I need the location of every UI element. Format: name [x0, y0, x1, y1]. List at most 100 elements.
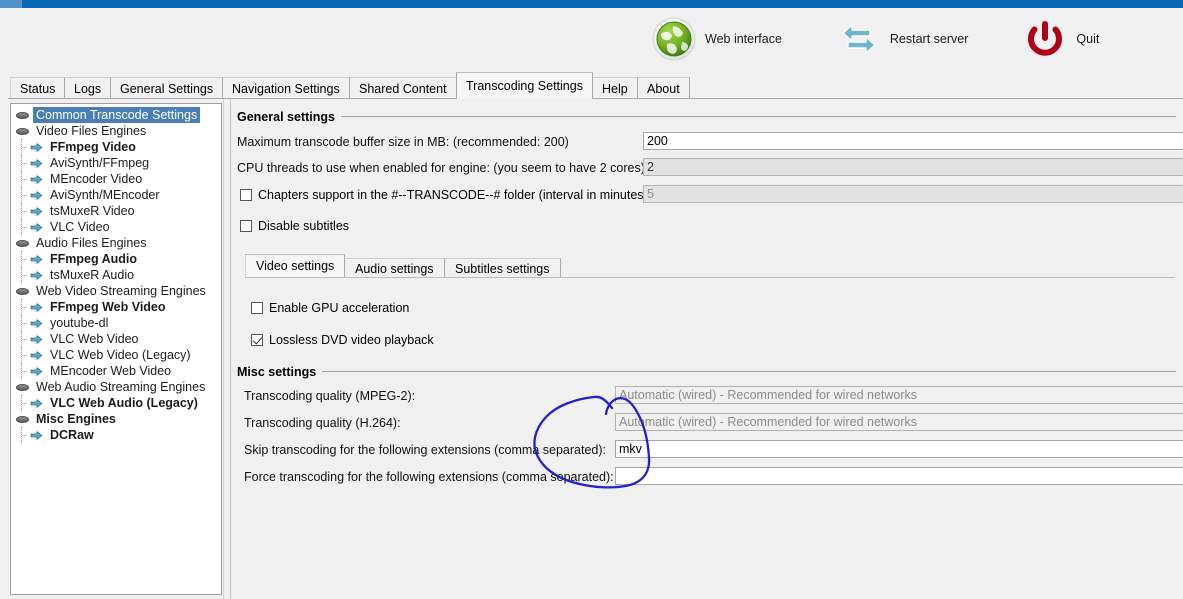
- disable-subtitles-checkbox[interactable]: [240, 220, 252, 232]
- tree-arrow-icon: [29, 301, 45, 314]
- tab-status[interactable]: Status: [10, 77, 66, 99]
- tree-item-vlc-web-video-legacy-[interactable]: VLC Web Video (Legacy): [11, 347, 221, 363]
- tab-label: Status: [20, 82, 56, 96]
- subtab-subtitles-settings[interactable]: Subtitles settings: [444, 258, 561, 278]
- disable-subtitles-row[interactable]: Disable subtitles: [240, 219, 349, 233]
- tree-guide-line: [21, 347, 27, 363]
- tree-arrow-icon: [29, 349, 45, 362]
- engine-tree[interactable]: Common Transcode Settings Video Files Eng…: [11, 104, 221, 443]
- cpu-threads-label: CPU threads to use when enabled for engi…: [237, 161, 645, 175]
- disable-subtitles-label: Disable subtitles: [258, 219, 350, 233]
- buffer-size-input[interactable]: [643, 132, 1183, 150]
- tree-guide-line: [21, 187, 27, 203]
- tab-logs[interactable]: Logs: [64, 77, 112, 99]
- tree-folder-icon: [15, 109, 31, 122]
- main-tab-bar: Status Logs General Settings Navigation Set…: [8, 71, 1183, 99]
- settings-subtab-underline: [245, 277, 1175, 278]
- tree-item-common-transcode-settings[interactable]: Common Transcode Settings: [11, 107, 221, 123]
- tree-item-vlc-web-audio-legacy-[interactable]: VLC Web Audio (Legacy): [11, 395, 221, 411]
- tree-folder-icon: [15, 125, 31, 138]
- quit-button[interactable]: Quit: [1016, 14, 1105, 64]
- tree-item-label: youtube-dl: [50, 316, 109, 330]
- chapters-support-row[interactable]: Chapters support in the #--TRANSCODE--# …: [240, 188, 651, 202]
- tree-item-label: Common Transcode Settings: [33, 107, 201, 123]
- tree-item-avisynth-ffmpeg[interactable]: AviSynth/FFmpeg: [11, 155, 221, 171]
- general-settings-rule: [341, 116, 1176, 117]
- tree-item-vlc-video[interactable]: VLC Video: [11, 219, 221, 235]
- lossless-dvd-checkbox[interactable]: [251, 334, 263, 346]
- tree-item-label: DCRaw: [50, 428, 94, 442]
- tree-item-label: VLC Video: [50, 220, 110, 234]
- tree-item-tsmuxer-audio[interactable]: tsMuxeR Audio: [11, 267, 221, 283]
- force-transcoding-input[interactable]: [615, 467, 1183, 485]
- tree-guide-line: [21, 299, 27, 315]
- subtab-video-settings[interactable]: Video settings: [245, 254, 346, 278]
- misc-settings-rule: [317, 371, 1176, 372]
- lossless-dvd-row[interactable]: Lossless DVD video playback: [251, 333, 434, 347]
- web-interface-button[interactable]: Web interface: [645, 14, 788, 64]
- mpeg2-quality-select[interactable]: [615, 386, 1183, 404]
- chapters-interval-input[interactable]: [643, 185, 1183, 203]
- skip-transcoding-label: Skip transcoding for the following exten…: [244, 443, 606, 457]
- tab-help[interactable]: Help: [592, 77, 638, 99]
- tab-about[interactable]: About: [637, 77, 690, 99]
- tree-item-video-files-engines[interactable]: Video Files Engines: [11, 123, 221, 139]
- tree-item-label: tsMuxeR Audio: [50, 268, 135, 282]
- tree-guide-line: [21, 267, 27, 283]
- tree-item-mencoder-web-video[interactable]: MEncoder Web Video: [11, 363, 221, 379]
- tree-item-misc-engines[interactable]: Misc Engines: [11, 411, 221, 427]
- globe-icon: [651, 16, 697, 62]
- tree-folder-icon: [15, 237, 31, 250]
- tree-arrow-icon: [29, 269, 45, 282]
- tree-item-label: tsMuxeR Video: [50, 204, 135, 218]
- restart-server-button[interactable]: Restart server: [830, 14, 975, 64]
- tree-item-dcraw[interactable]: DCRaw: [11, 427, 221, 443]
- panel-splitter[interactable]: [223, 99, 230, 599]
- tab-label: Navigation Settings: [232, 82, 340, 96]
- gpu-acceleration-checkbox[interactable]: [251, 302, 263, 314]
- tree-item-ffmpeg-audio[interactable]: FFmpeg Audio: [11, 251, 221, 267]
- tree-item-ffmpeg-video[interactable]: FFmpeg Video: [11, 139, 221, 155]
- tree-item-tsmuxer-video[interactable]: tsMuxeR Video: [11, 203, 221, 219]
- tree-item-label: MEncoder Web Video: [50, 364, 172, 378]
- skip-transcoding-input[interactable]: [615, 440, 1183, 458]
- chapters-support-label: Chapters support in the #--TRANSCODE--# …: [258, 188, 652, 202]
- tab-general-settings[interactable]: General Settings: [110, 77, 224, 99]
- tab-shared-content[interactable]: Shared Content: [349, 77, 457, 99]
- tree-item-web-audio-streaming-engines[interactable]: Web Audio Streaming Engines: [11, 379, 221, 395]
- tree-arrow-icon: [29, 397, 45, 410]
- chapters-support-checkbox[interactable]: [240, 189, 252, 201]
- tab-label: Shared Content: [359, 82, 447, 96]
- toolbar: Web interface Restart server Quit: [0, 8, 1183, 70]
- tree-folder-icon: [15, 285, 31, 298]
- tree-arrow-icon: [29, 253, 45, 266]
- subtab-label: Video settings: [256, 259, 335, 273]
- misc-settings-group-title: Misc settings: [237, 365, 323, 379]
- tree-item-avisynth-mencoder[interactable]: AviSynth/MEncoder: [11, 187, 221, 203]
- restart-arrows-icon: [836, 16, 882, 62]
- tab-navigation-settings[interactable]: Navigation Settings: [222, 77, 350, 99]
- h264-quality-select[interactable]: [615, 413, 1183, 431]
- settings-panel: General settings Maximum transcode buffe…: [230, 99, 1183, 599]
- tree-item-youtube-dl[interactable]: youtube-dl: [11, 315, 221, 331]
- subtab-audio-settings[interactable]: Audio settings: [344, 258, 445, 278]
- tree-item-audio-files-engines[interactable]: Audio Files Engines: [11, 235, 221, 251]
- gpu-acceleration-row[interactable]: Enable GPU acceleration: [251, 301, 409, 315]
- tree-item-ffmpeg-web-video[interactable]: FFmpeg Web Video: [11, 299, 221, 315]
- tree-arrow-icon: [29, 365, 45, 378]
- tab-transcoding-settings[interactable]: Transcoding Settings: [456, 72, 593, 99]
- tree-item-label: AviSynth/MEncoder: [50, 188, 160, 202]
- tree-item-mencoder-video[interactable]: MEncoder Video: [11, 171, 221, 187]
- content-area: Common Transcode Settings Video Files Eng…: [8, 99, 1183, 599]
- settings-subtab-bar: Video settings Audio settings Subtitles se…: [245, 254, 1175, 278]
- force-transcoding-label: Force transcoding for the following exte…: [244, 470, 614, 484]
- tree-arrow-icon: [29, 221, 45, 234]
- tree-item-label: VLC Web Video: [50, 332, 139, 346]
- window-title-strip: [0, 0, 1183, 8]
- power-icon: [1022, 16, 1068, 62]
- cpu-threads-input[interactable]: [643, 158, 1183, 176]
- tree-item-vlc-web-video[interactable]: VLC Web Video: [11, 331, 221, 347]
- tree-item-web-video-streaming-engines[interactable]: Web Video Streaming Engines: [11, 283, 221, 299]
- tree-guide-line: [21, 203, 27, 219]
- tree-arrow-icon: [29, 205, 45, 218]
